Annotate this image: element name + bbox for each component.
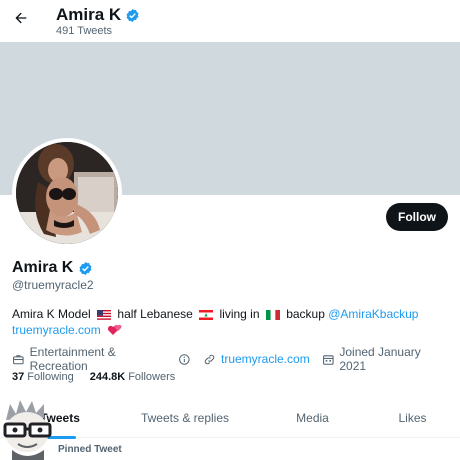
avatar-photo	[16, 142, 118, 244]
bio-text-2: half Lebanese	[117, 307, 193, 321]
top-bar: Amira K 491 Tweets	[0, 0, 460, 42]
follow-button[interactable]: Follow	[386, 203, 448, 231]
pinned-tweet-label: Pinned Tweet	[58, 444, 122, 455]
link-icon	[204, 354, 215, 364]
bio-text-4: backup	[286, 307, 325, 321]
profile-name-text: Amira K	[12, 259, 74, 276]
profile-handle: @truemyracle2	[12, 278, 94, 292]
following-count: 37	[12, 371, 25, 383]
italy-flag-icon	[265, 310, 280, 320]
verified-badge-icon	[126, 8, 139, 22]
profile-meta: Entertainment & Recreation truemyracle.c…	[12, 345, 460, 373]
arrow-left-icon	[15, 12, 27, 24]
followers-link[interactable]: 244.8K Followers	[90, 371, 176, 383]
following-link[interactable]: 37 Following	[12, 371, 74, 383]
category-text: Entertainment & Recreation	[29, 345, 116, 373]
avatar[interactable]	[12, 138, 122, 248]
tab-likes[interactable]: Likes	[375, 398, 450, 438]
website-link[interactable]: truemyracle.com	[221, 352, 310, 366]
joined-text: Joined January 2021	[339, 345, 421, 373]
verified-badge-icon	[79, 261, 92, 275]
header-title: Amira K	[56, 5, 140, 25]
followers-count: 244.8K	[89, 371, 126, 383]
two-hearts-icon	[107, 324, 122, 335]
header-name: Amira K	[56, 5, 122, 24]
following-label: Following	[27, 371, 74, 383]
website-item: truemyracle.com	[203, 352, 310, 366]
tab-media[interactable]: Media	[250, 398, 375, 438]
info-icon[interactable]	[178, 353, 191, 366]
lebanon-flag-icon	[199, 310, 214, 320]
profile-name: Amira K	[12, 259, 93, 277]
category-item: Entertainment & Recreation	[12, 345, 191, 373]
profile-tabs: Tweets Tweets & replies Media Likes	[0, 398, 460, 439]
tab-media-label: Media	[296, 411, 329, 425]
tweet-count: 491 Tweets	[56, 25, 113, 37]
bio-text-3: living in	[219, 307, 260, 321]
briefcase-icon	[13, 354, 24, 364]
calendar-icon	[322, 354, 334, 365]
follow-stats: 37 Following 244.8K Followers	[12, 371, 175, 383]
bio-website-link[interactable]: truemyracle.com	[12, 323, 101, 337]
tab-likes-label: Likes	[398, 411, 427, 425]
bio-mention-link[interactable]: @AmiraKbackup	[328, 307, 418, 321]
mascot-face-icon	[3, 400, 52, 460]
tab-tweets-replies[interactable]: Tweets & replies	[120, 398, 250, 438]
back-button[interactable]	[10, 7, 32, 29]
bio-text-1: Amira K Model	[12, 307, 91, 321]
profile-bio: Amira K Model half Lebanese living in ba…	[12, 306, 442, 338]
mascot-watermark	[0, 398, 58, 460]
tab-tweets-replies-label: Tweets & replies	[140, 411, 230, 425]
joined-item: Joined January 2021	[322, 345, 448, 373]
followers-label: Followers	[128, 371, 176, 383]
us-flag-icon	[97, 310, 112, 320]
